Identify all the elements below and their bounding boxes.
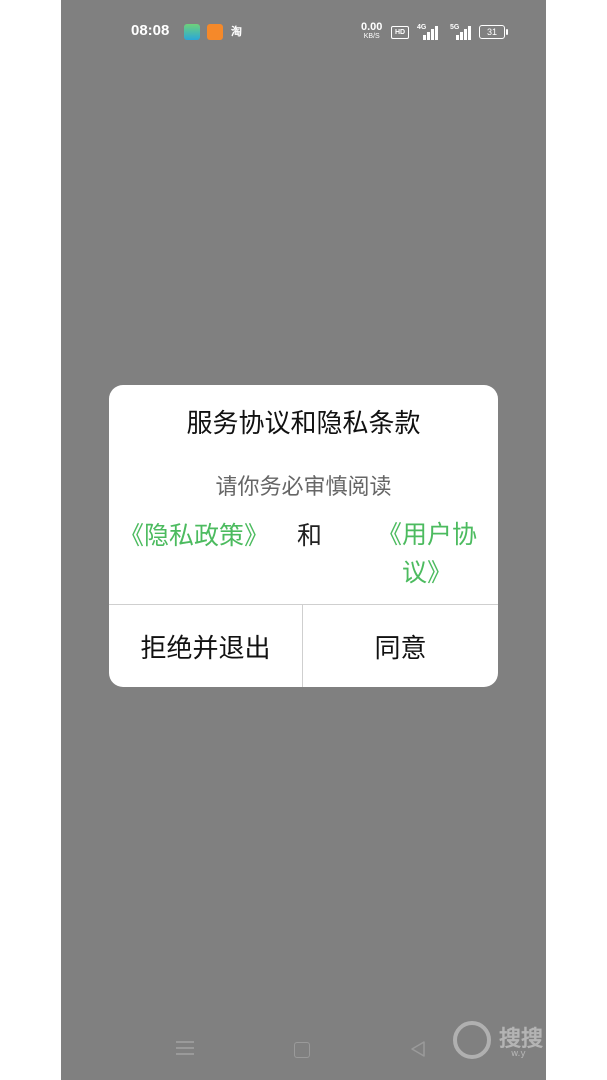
status-time: 08:08 — [131, 22, 170, 39]
dialog-subtitle: 请你务必审慎阅读 — [215, 475, 392, 500]
privacy-dialog: 服务协议和隐私条款 请你务必审慎阅读 《隐私政策》 和 《用户协议》 拒绝并退出… — [109, 385, 498, 687]
network-speed-value: 0.00 — [361, 21, 383, 33]
reject-button-label: 拒绝并退出 — [140, 633, 271, 664]
reject-and-exit-button[interactable]: 拒绝并退出 — [109, 605, 302, 687]
watermark-url: w.y — [511, 1049, 526, 1059]
signal-label: 4G — [417, 24, 427, 31]
watermark-logo: 搜搜 w.y — [453, 1017, 546, 1065]
back-icon[interactable] — [410, 1040, 426, 1062]
app-notification-icon — [207, 24, 223, 40]
signal-4g-icon: 4G — [417, 24, 439, 40]
agree-button-label: 同意 — [374, 633, 427, 664]
taobao-notification-icon: 淘 — [231, 25, 242, 38]
phone-screen: 08:08 淘 0.00 KB/S HD 4G 5G 31 服务协议和隐私条款 … — [61, 0, 546, 1080]
dialog-title: 服务协议和隐私条款 — [186, 409, 421, 439]
privacy-policy-link[interactable]: 《隐私政策》 — [119, 516, 269, 552]
and-text: 和 — [297, 521, 323, 550]
agree-button[interactable]: 同意 — [303, 605, 498, 687]
home-icon[interactable] — [294, 1042, 310, 1058]
status-bar: 08:08 淘 0.00 KB/S HD 4G 5G 31 — [61, 0, 546, 64]
user-agreement-link[interactable]: 《用户协议》 — [367, 516, 487, 592]
network-speed-unit: KB/S — [363, 33, 380, 40]
signal-label: 5G — [450, 24, 460, 31]
network-speed: 0.00 KB/S — [361, 21, 383, 41]
battery-icon: 31 — [479, 25, 508, 39]
watermark-search-icon — [453, 1021, 491, 1059]
signal-5g-icon: 5G — [450, 24, 472, 40]
menu-icon[interactable] — [176, 1040, 194, 1056]
app-notification-icon — [184, 24, 200, 40]
hd-voice-icon: HD — [391, 26, 409, 39]
